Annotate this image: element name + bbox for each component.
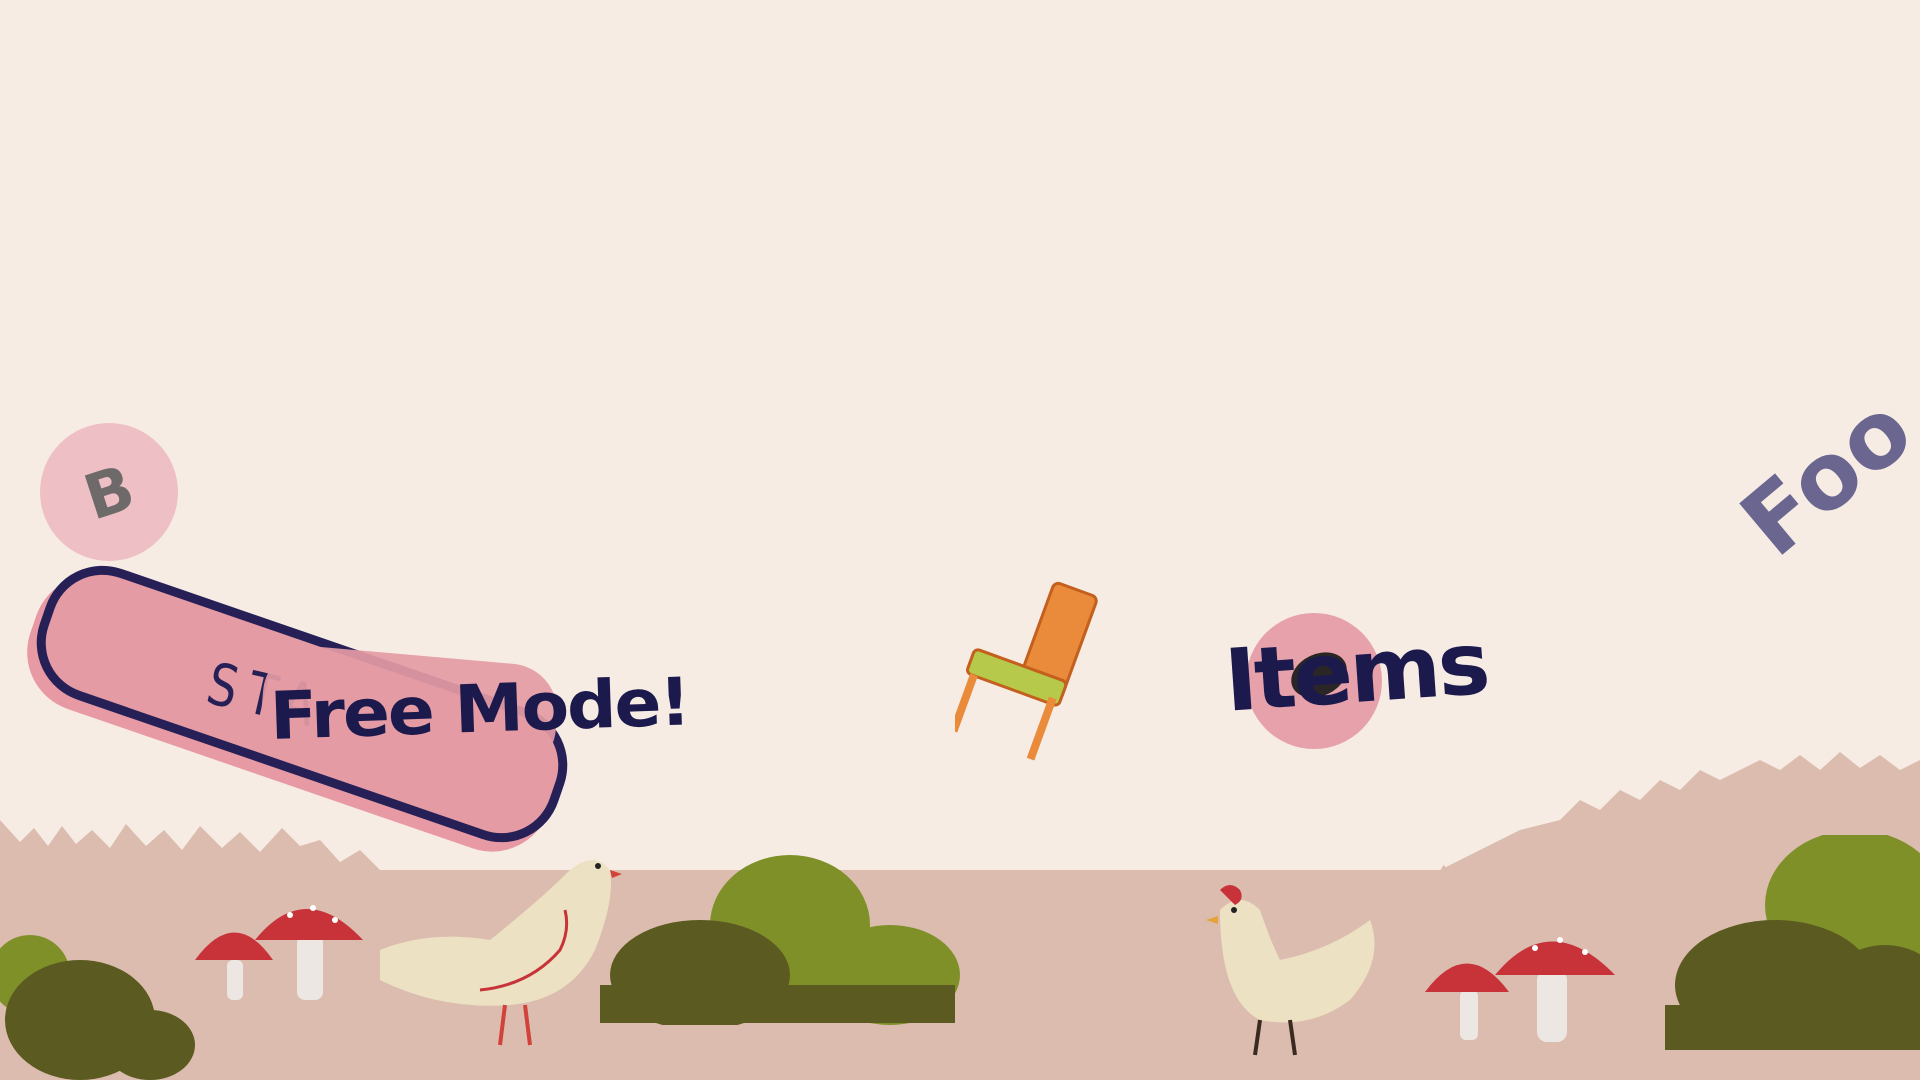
items-button[interactable]: Items [1222,614,1491,732]
mushroom-icon [195,905,363,1000]
chicken-icon [1206,885,1375,1056]
badge-b-button[interactable]: B [40,423,178,561]
chair-icon[interactable] [955,570,1115,765]
bush-icon [1665,835,1920,1050]
bush-icon [0,935,195,1080]
bush-icon [600,855,960,1025]
mushroom-icon [1425,937,1615,1042]
dove-icon [380,860,622,1046]
